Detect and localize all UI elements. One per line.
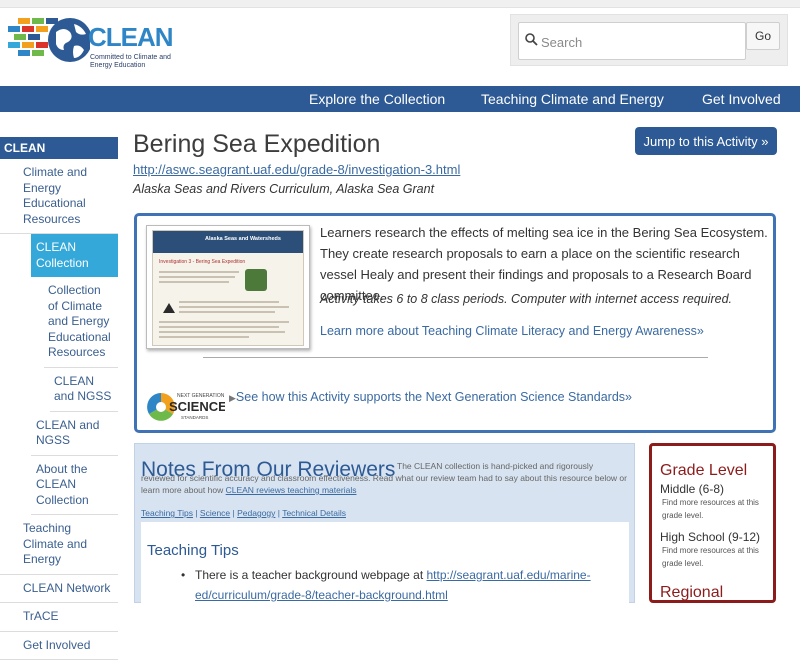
- sidebar-item-teaching-climate[interactable]: Teaching Climate and Energy: [0, 515, 118, 575]
- bullet-icon: •: [181, 568, 185, 582]
- activity-divider: [203, 357, 708, 358]
- sidebar-item-clean-ngss[interactable]: CLEAN and NGSS: [31, 412, 118, 456]
- ngss-logo-main: SCIENCE: [169, 399, 225, 414]
- teacher-background-link-cont[interactable]: ed/curriculum/grade-8/teacher-background…: [195, 588, 448, 602]
- main-nav: Explore the Collection Teaching Climate …: [0, 86, 800, 112]
- search-field[interactable]: [518, 22, 746, 60]
- sidebar-item-educational-resources[interactable]: Climate and Energy Educational Resources: [0, 159, 118, 234]
- page-title: Bering Sea Expedition: [133, 130, 380, 159]
- thumbnail-heading: Alaska Seas and Watersheds: [205, 236, 281, 242]
- sidebar: CLEAN Climate and Energy Educational Res…: [0, 137, 118, 660]
- grade-level-box: Grade Level Middle (6-8) Find more resou…: [649, 443, 776, 603]
- teaching-tips-panel: Teaching Tips • There is a teacher backg…: [141, 522, 629, 612]
- sidebar-item-clean-collection[interactable]: CLEAN Collection: [31, 234, 118, 277]
- search-go-button[interactable]: Go: [746, 22, 780, 50]
- learn-more-link[interactable]: Learn more about Teaching Climate Litera…: [320, 324, 704, 338]
- ngss-logo-bottom: STANDARDS: [181, 415, 208, 420]
- sidebar-item-trace[interactable]: TrACE: [0, 603, 118, 632]
- nav-teaching-climate-energy[interactable]: Teaching Climate and Energy: [481, 91, 664, 107]
- reviewer-tabs: Teaching Tips | Science | Pedagogy | Tec…: [141, 508, 346, 518]
- activity-thumbnail[interactable]: Alaska Seas and Watersheds Investigation…: [146, 225, 310, 349]
- grade-level-title: Grade Level: [660, 462, 747, 480]
- grade-middle-link[interactable]: Middle (6-8): [660, 482, 724, 496]
- triangle-right-icon: ▶: [229, 393, 236, 403]
- search-box: Go: [510, 14, 788, 66]
- teaching-tips-heading: Teaching Tips: [147, 542, 239, 559]
- reviewers-blurb: The CLEAN collection is hand-picked and …: [141, 460, 629, 496]
- teacher-background-link[interactable]: http://seagrant.uaf.edu/marine-: [427, 568, 591, 582]
- grade-middle-note[interactable]: Find more resources at this grade level.: [662, 496, 774, 522]
- nav-explore-collection[interactable]: Explore the Collection: [309, 91, 445, 107]
- clean-logo[interactable]: CLEAN Committed to Climate and Energy Ed…: [8, 16, 168, 72]
- reviewers-notes: Notes From Our Reviewers The CLEAN colle…: [134, 443, 635, 603]
- jump-to-activity-button[interactable]: Jump to this Activity »: [635, 127, 777, 155]
- sidebar-item-clean-ngss-sub[interactable]: CLEAN and NGSS: [50, 368, 118, 412]
- logo-name: CLEAN: [88, 22, 173, 53]
- ngss-logo: NEXT GENERATION SCIENCE STANDARDS: [145, 388, 225, 426]
- tab-science[interactable]: Science: [200, 508, 230, 518]
- tab-technical-details[interactable]: Technical Details: [282, 508, 346, 518]
- sidebar-header[interactable]: CLEAN: [0, 137, 118, 159]
- tab-teaching-tips[interactable]: Teaching Tips: [141, 508, 193, 518]
- thumbnail-subheading: Investigation 3 - Bering Sea Expedition: [159, 259, 245, 265]
- top-strip: [0, 0, 800, 8]
- teaching-tip-item: There is a teacher background webpage at…: [195, 568, 591, 582]
- regional-title: Regional: [660, 584, 723, 602]
- grade-high-note[interactable]: Find more resources at this grade level.: [662, 544, 774, 570]
- activity-source: Alaska Seas and Rivers Curriculum, Alask…: [133, 182, 434, 196]
- clean-reviews-link[interactable]: CLEAN reviews teaching materials: [226, 485, 357, 495]
- tab-pedagogy[interactable]: Pedagogy: [237, 508, 275, 518]
- search-icon: [525, 33, 538, 46]
- logo-tagline: Committed to Climate and Energy Educatio…: [90, 54, 180, 70]
- sidebar-item-collection-resources[interactable]: Collection of Climate and Energy Educati…: [44, 277, 118, 368]
- sidebar-item-clean-network[interactable]: CLEAN Network: [0, 575, 118, 604]
- logo-graphic: [8, 16, 90, 72]
- activity-periods: Activity takes 6 to 8 class periods. Com…: [320, 292, 732, 306]
- ngss-support-link[interactable]: ▶See how this Activity supports the Next…: [229, 390, 632, 404]
- grade-high-link[interactable]: High School (9-12): [660, 530, 760, 544]
- search-input[interactable]: [541, 31, 741, 53]
- nav-get-involved[interactable]: Get Involved: [702, 91, 781, 107]
- sidebar-item-get-involved[interactable]: Get Involved: [0, 632, 118, 660]
- activity-url-link[interactable]: http://aswc.seagrant.uaf.edu/grade-8/inv…: [133, 162, 460, 177]
- activity-summary-box: Alaska Seas and Watersheds Investigation…: [134, 213, 776, 433]
- sidebar-item-about-collection[interactable]: About the CLEAN Collection: [31, 456, 118, 516]
